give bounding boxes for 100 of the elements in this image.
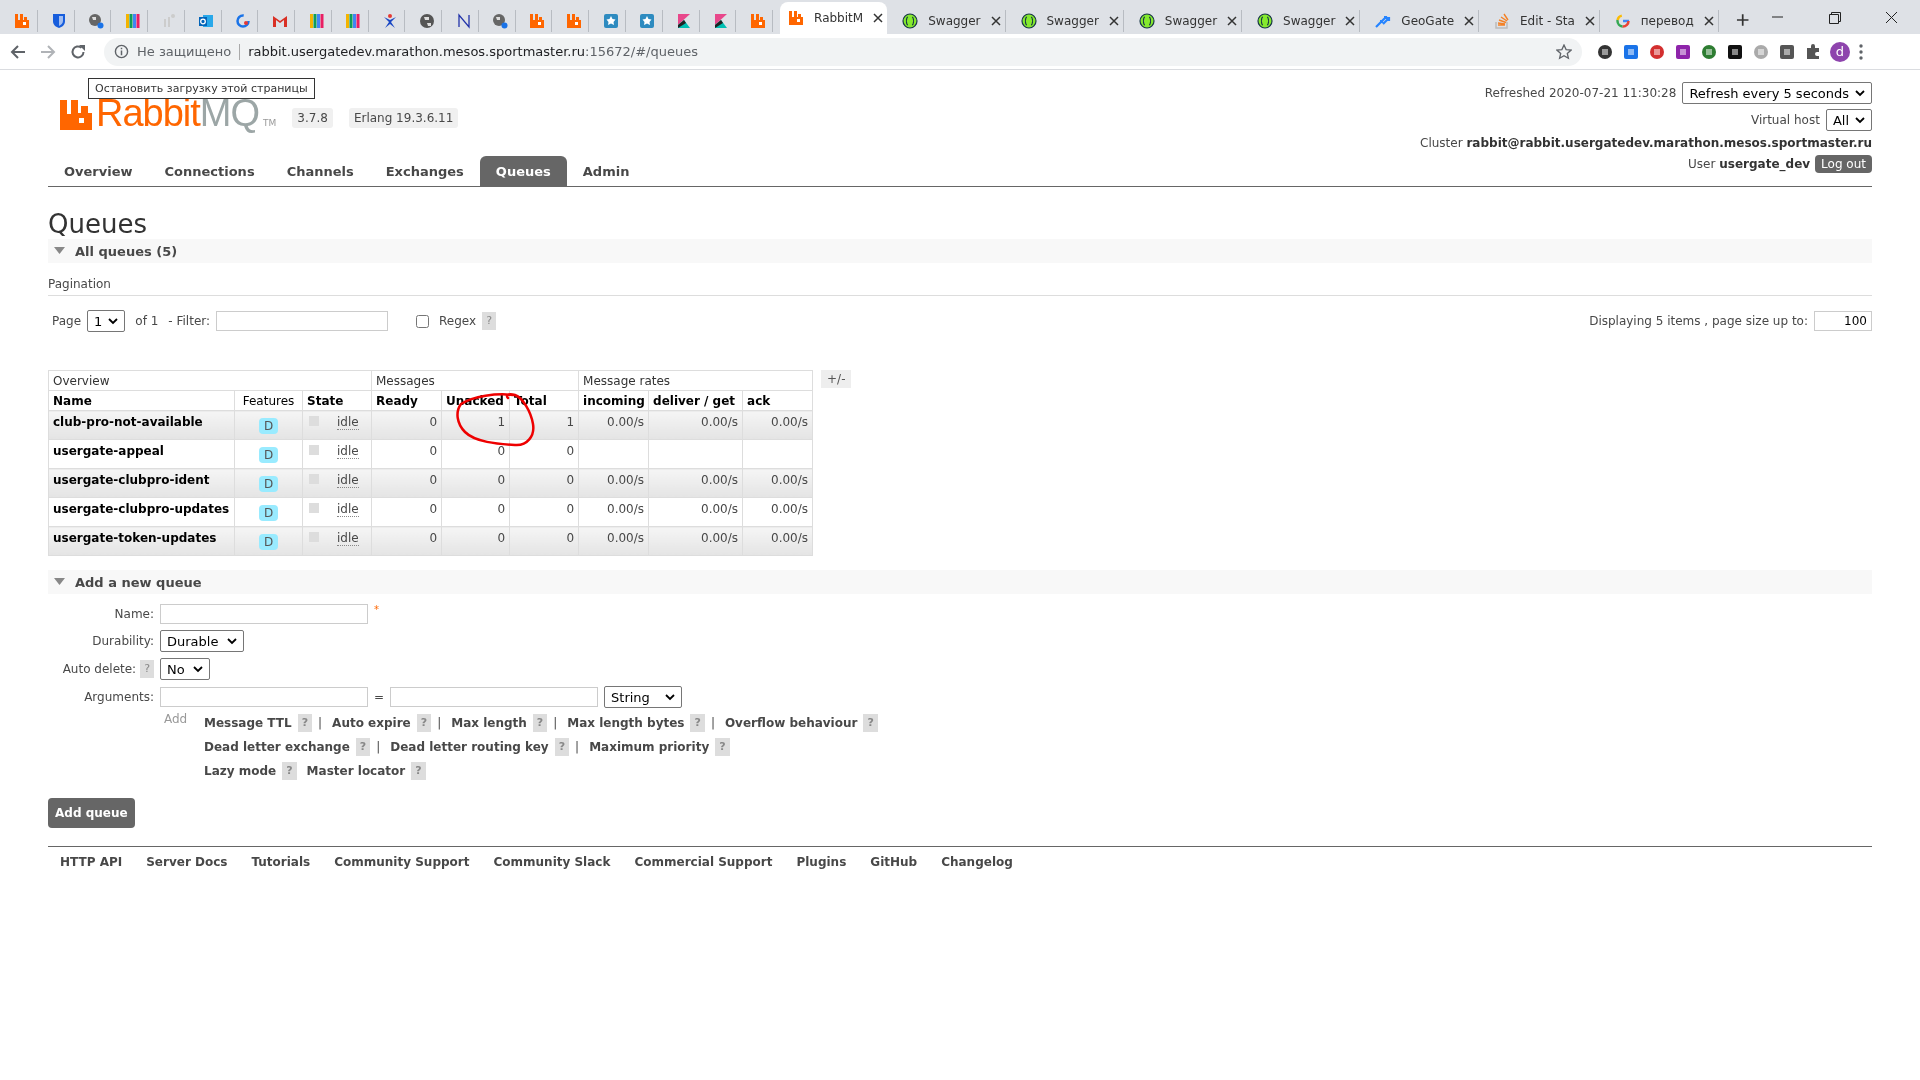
- argument-type-select[interactable]: String: [604, 686, 683, 708]
- page-title: Queues: [48, 209, 148, 239]
- regex-label: Regex: [439, 314, 477, 328]
- browser-tab[interactable]: Swagger: [1130, 10, 1243, 32]
- queue-name-link[interactable]: club-pro-not-available: [48, 410, 235, 440]
- version-label: Erlang 19.3.6.11: [348, 108, 459, 128]
- separator-text: |: [376, 740, 381, 754]
- extension-icon[interactable]: [1596, 42, 1614, 61]
- argument-link[interactable]: Lazy mode: [204, 764, 277, 778]
- footer-link[interactable]: Changelog: [941, 855, 1013, 869]
- name-field[interactable]: [160, 604, 368, 624]
- extension-icon[interactable]: [1674, 42, 1692, 61]
- argument-link[interactable]: Dead letter exchange: [204, 740, 350, 754]
- bars-icon: [124, 13, 141, 29]
- back-icon[interactable]: [10, 43, 26, 60]
- close-icon[interactable]: [1703, 16, 1714, 26]
- collapse-icon[interactable]: [54, 247, 65, 255]
- regex-checkbox[interactable]: [416, 314, 430, 328]
- argument-link[interactable]: Message TTL: [204, 716, 292, 730]
- footer-link[interactable]: HTTP API: [60, 855, 123, 869]
- virtual-host-select[interactable]: All: [1825, 109, 1872, 131]
- footer-link[interactable]: Community Slack: [493, 855, 611, 869]
- argument-link[interactable]: Master locator: [306, 764, 406, 778]
- column-group-header: Overview: [48, 370, 372, 391]
- browser-tab[interactable]: Swagger: [1249, 10, 1361, 32]
- nav-tab[interactable]: Overview: [48, 156, 149, 186]
- auto-delete-label: Auto delete:: [62, 662, 137, 676]
- browser-tab[interactable]: перевод: [1606, 10, 1719, 32]
- filter-field[interactable]: [216, 311, 389, 331]
- browser-tab[interactable]: RabbitM: [780, 2, 888, 34]
- table-cell: 0.00/s: [578, 410, 649, 440]
- puzzle-icon[interactable]: [1804, 42, 1822, 61]
- nav-tab[interactable]: Connections: [148, 156, 271, 186]
- browser-tab[interactable]: GeoGate: [1367, 10, 1480, 32]
- collapse-icon[interactable]: [54, 578, 65, 586]
- page-size-field[interactable]: 100: [1814, 311, 1872, 331]
- argument-key-field[interactable]: [160, 687, 368, 707]
- queue-name-link[interactable]: usergate-appeal: [48, 439, 235, 469]
- close-icon[interactable]: [1345, 16, 1356, 26]
- close-icon[interactable]: [1108, 16, 1119, 26]
- auto-delete-select[interactable]: No: [160, 658, 210, 680]
- argument-link[interactable]: Auto expire: [332, 716, 411, 730]
- close-icon[interactable]: [1464, 16, 1475, 26]
- pagination-heading: Pagination: [48, 277, 1872, 296]
- extension-icon[interactable]: [1726, 42, 1744, 61]
- queue-name-link[interactable]: usergate-clubpro-updates: [48, 497, 235, 527]
- footer-link[interactable]: Server Docs: [146, 855, 228, 869]
- address-url[interactable]: rabbit.usergatedev.marathon.mesos.sportmaster.ru:15672/#/queues: [248, 44, 698, 59]
- logout-button[interactable]: Log out: [1815, 155, 1872, 173]
- page-select[interactable]: 1: [87, 310, 126, 332]
- new-tab-icon[interactable]: [1735, 13, 1750, 27]
- table-cell: 0.00/s: [578, 468, 649, 498]
- burst-icon: [602, 13, 619, 29]
- browser-tab[interactable]: Swagger: [894, 10, 1006, 32]
- queue-name-link[interactable]: usergate-token-updates: [48, 526, 235, 556]
- info-icon[interactable]: [114, 44, 129, 59]
- circle-icon: [1020, 13, 1037, 29]
- durable-tag: D: [258, 476, 279, 492]
- footer-link[interactable]: Tutorials: [251, 855, 311, 869]
- table-cell: 0.00/s: [648, 410, 743, 440]
- bars-icon: [345, 13, 362, 29]
- add-label: Add: [164, 712, 188, 726]
- nav-tab[interactable]: Queues: [479, 156, 567, 186]
- nav-tab[interactable]: Exchanges: [369, 156, 480, 186]
- close-icon[interactable]: [873, 13, 884, 23]
- browser-tab[interactable]: Swagger: [1012, 10, 1124, 32]
- argument-link[interactable]: Maximum priority: [589, 740, 710, 754]
- close-icon[interactable]: [990, 16, 1001, 26]
- durability-select[interactable]: Durable: [160, 630, 244, 652]
- filter-label: - Filter:: [168, 314, 211, 328]
- footer-link[interactable]: Community Support: [334, 855, 470, 869]
- state-indicator: [309, 445, 319, 455]
- footer-link[interactable]: Plugins: [796, 855, 847, 869]
- argument-link[interactable]: Overflow behaviour: [724, 716, 858, 730]
- browser-tab[interactable]: Edit - Sta: [1486, 10, 1600, 32]
- menu-icon[interactable]: [1858, 42, 1864, 61]
- nav-tab[interactable]: Admin: [566, 156, 646, 186]
- add-queue-button[interactable]: Add queue: [48, 798, 135, 828]
- footer-link[interactable]: Commercial Support: [634, 855, 773, 869]
- extension-icon[interactable]: [1778, 42, 1796, 61]
- footer-link[interactable]: GitHub: [870, 855, 918, 869]
- circle-icon: [1257, 13, 1274, 29]
- nav-tab[interactable]: Channels: [270, 156, 370, 186]
- virtual-host-label: Virtual host: [1750, 113, 1820, 127]
- section-header[interactable]: All queues (5): [48, 239, 1872, 263]
- profile-avatar[interactable]: d: [1830, 41, 1850, 62]
- column-header: ack: [742, 390, 813, 411]
- table-cell: 0: [441, 497, 510, 527]
- star-icon[interactable]: [1556, 43, 1572, 60]
- section-header[interactable]: Add a new queue: [48, 570, 1872, 594]
- columns-toggle-button[interactable]: +/-: [821, 370, 852, 388]
- refresh-select[interactable]: Refresh every 5 seconds: [1682, 82, 1872, 104]
- reload-icon[interactable]: [70, 43, 86, 60]
- close-icon[interactable]: [1584, 16, 1595, 26]
- argument-value-field[interactable]: [390, 687, 599, 707]
- argument-link[interactable]: Max length: [451, 716, 527, 730]
- queue-name-link[interactable]: usergate-clubpro-ident: [48, 468, 235, 498]
- argument-link[interactable]: Dead letter routing key: [390, 740, 549, 754]
- close-icon[interactable]: [1227, 16, 1238, 26]
- argument-link[interactable]: Max length bytes: [567, 716, 685, 730]
